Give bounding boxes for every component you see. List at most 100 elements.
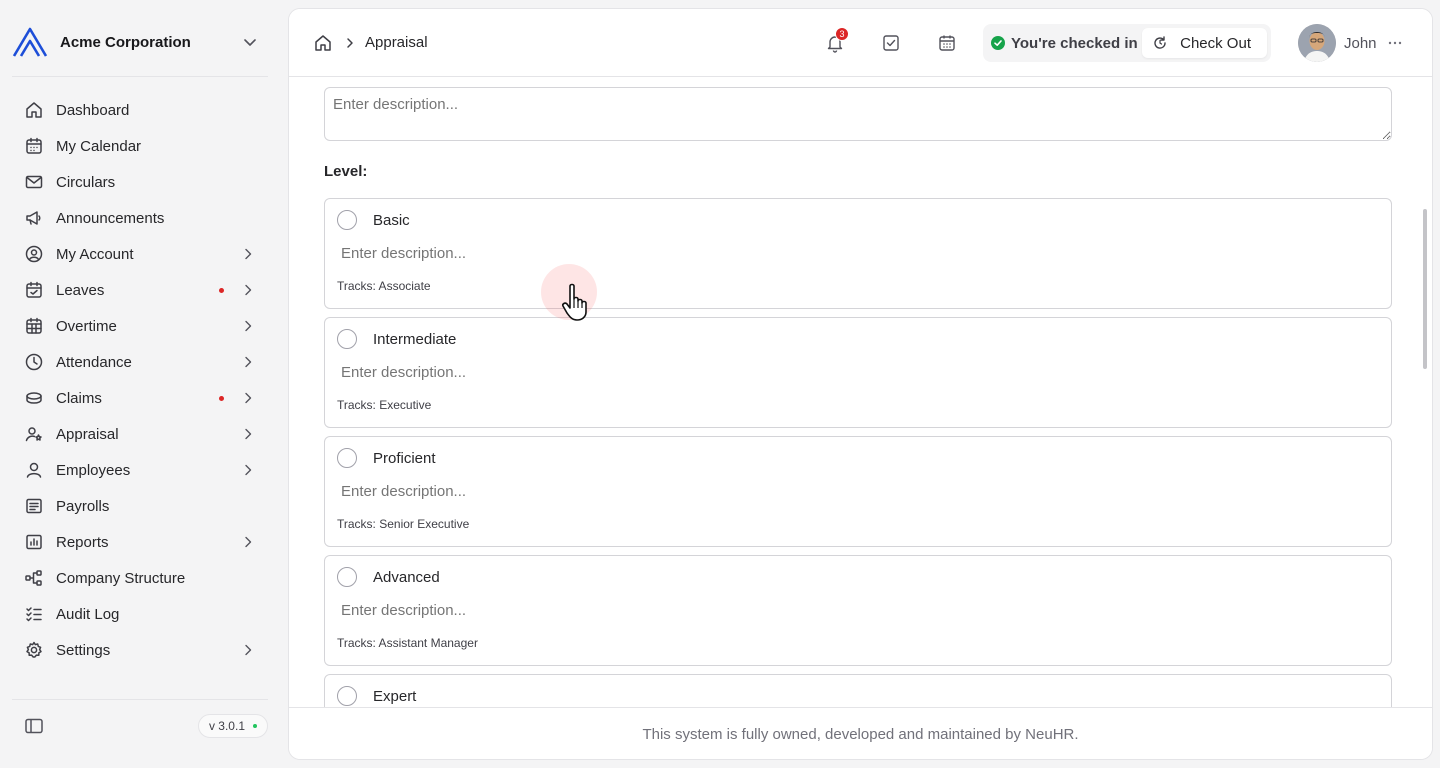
sidebar-item-label: Announcements <box>56 209 165 227</box>
chevron-right-icon <box>245 464 252 476</box>
user-menu[interactable]: John <box>1298 24 1403 62</box>
sidebar-item-claims[interactable]: Claims <box>12 380 268 416</box>
level-description-input[interactable] <box>333 596 1373 624</box>
level-radio[interactable] <box>337 686 357 706</box>
sidebar-item-dashboard[interactable]: Dashboard <box>12 92 268 128</box>
topbar: Appraisal 3 You're checked in Check Out … <box>289 9 1432 77</box>
chevron-right-icon <box>245 536 252 548</box>
coins-icon <box>26 392 42 404</box>
level-tracks: Tracks: Associate <box>337 279 431 293</box>
sidebar-item-label: Reports <box>56 533 109 551</box>
sidebar-toggle-icon[interactable] <box>24 716 44 736</box>
checked-in-icon <box>991 36 1005 50</box>
sidebar-divider <box>12 76 268 77</box>
level-tracks: Tracks: Senior Executive <box>337 517 470 531</box>
mail-icon <box>25 175 43 189</box>
scrollbar-thumb[interactable] <box>1423 209 1427 369</box>
version-status-dot <box>253 724 257 728</box>
topbar-actions: 3 <box>823 27 991 55</box>
home-icon[interactable] <box>313 33 333 53</box>
sidebar-item-payrolls[interactable]: Payrolls <box>12 488 268 524</box>
level-description-input[interactable] <box>333 358 1373 386</box>
sidebar-nav: Dashboard My Calendar Circulars Announcemen… <box>12 92 268 668</box>
chevron-right-icon <box>245 644 252 656</box>
more-horizontal-icon[interactable] <box>1387 35 1403 51</box>
sidebar-item-label: Circulars <box>56 173 116 191</box>
gear-icon <box>26 641 42 658</box>
checkin-panel: You're checked in Check Out <box>983 24 1271 62</box>
calendar-check-icon <box>26 281 42 298</box>
sidebar-item-label: Settings <box>56 641 111 659</box>
acme-logo-icon <box>12 27 48 57</box>
level-name: Intermediate <box>373 331 457 348</box>
sidebar-item-label: My Calendar <box>56 137 142 155</box>
level-label: Level: <box>324 163 368 180</box>
home-icon <box>26 102 42 118</box>
chevron-right-icon <box>245 320 252 332</box>
level-card-basic: Basic Tracks: Associate <box>324 198 1392 309</box>
check-out-button[interactable]: Check Out <box>1142 28 1267 58</box>
level-description-input[interactable] <box>333 239 1373 267</box>
org-switcher[interactable]: Acme Corporation <box>12 24 268 60</box>
tasks-button[interactable] <box>879 31 903 55</box>
sidebar-item-overtime[interactable]: Overtime <box>12 308 268 344</box>
sidebar-item-attendance[interactable]: Attendance <box>12 344 268 380</box>
level-radio[interactable] <box>337 329 357 349</box>
hand-pointer-icon <box>562 283 587 321</box>
sidebar-item-leaves[interactable]: Leaves <box>12 272 268 308</box>
check-out-label: Check Out <box>1180 34 1251 52</box>
refresh-icon <box>1154 36 1166 49</box>
chevron-right-icon <box>245 284 252 296</box>
notification-count-badge: 3 <box>835 27 849 41</box>
level-radio[interactable] <box>337 448 357 468</box>
notifications-button[interactable]: 3 <box>823 27 849 55</box>
level-card-expert: Expert <box>324 674 1392 707</box>
chevron-right-icon <box>245 428 252 440</box>
sidebar-item-employees[interactable]: Employees <box>12 452 268 488</box>
sidebar-item-circulars[interactable]: Circulars <box>12 164 268 200</box>
version-badge: v 3.0.1 <box>197 714 268 738</box>
sidebar-item-label: Appraisal <box>56 425 119 443</box>
sidebar-footer: v 3.0.1 <box>12 708 268 744</box>
sidebar-item-label: Audit Log <box>56 605 120 623</box>
chevron-down-icon[interactable] <box>240 32 260 52</box>
sidebar-item-label: Dashboard <box>56 101 130 119</box>
level-card-advanced: Advanced Tracks: Assistant Manager <box>324 555 1392 666</box>
level-name: Basic <box>373 212 410 229</box>
level-radio[interactable] <box>337 210 357 230</box>
sidebar: Acme Corporation Dashboard My Calendar Cir… <box>0 0 280 768</box>
user-icon <box>26 462 42 478</box>
level-radio[interactable] <box>337 567 357 587</box>
chevron-right-icon <box>245 356 252 368</box>
sidebar-item-my-calendar[interactable]: My Calendar <box>12 128 268 164</box>
sidebar-item-settings[interactable]: Settings <box>12 632 268 668</box>
megaphone-icon <box>26 211 41 225</box>
footer: This system is fully owned, developed an… <box>289 707 1432 759</box>
user-circle-icon <box>25 245 43 263</box>
checkin-status: You're checked in <box>1011 34 1138 52</box>
breadcrumb: Appraisal <box>313 33 428 53</box>
level-name: Expert <box>373 688 417 705</box>
level-description-input[interactable] <box>333 477 1373 505</box>
receipt-icon <box>26 498 42 514</box>
appraisal-form: Level: Basic Tracks: Associate Intermediat… <box>289 77 1432 707</box>
sidebar-item-reports[interactable]: Reports <box>12 524 268 560</box>
sidebar-item-my-account[interactable]: My Account <box>12 236 268 272</box>
version-label: v 3.0.1 <box>208 719 245 733</box>
clock-icon <box>25 353 43 371</box>
sidebar-item-audit-log[interactable]: Audit Log <box>12 596 268 632</box>
calendar-button[interactable] <box>935 31 959 55</box>
user-star-icon <box>25 427 42 442</box>
main-panel: Appraisal 3 You're checked in Check Out … <box>288 8 1433 760</box>
sidebar-item-label: Overtime <box>56 317 117 335</box>
level-card-proficient: Proficient Tracks: Senior Executive <box>324 436 1392 547</box>
checkbox-icon <box>883 35 899 51</box>
sidebar-item-appraisal[interactable]: Appraisal <box>12 416 268 452</box>
calendar-grid-icon <box>26 317 42 334</box>
description-textarea[interactable] <box>324 87 1392 141</box>
sidebar-item-company-structure[interactable]: Company Structure <box>12 560 268 596</box>
chevron-right-icon <box>347 37 353 48</box>
sidebar-item-announcements[interactable]: Announcements <box>12 200 268 236</box>
sidebar-item-label: Attendance <box>56 353 132 371</box>
sidebar-item-label: My Account <box>56 245 134 263</box>
